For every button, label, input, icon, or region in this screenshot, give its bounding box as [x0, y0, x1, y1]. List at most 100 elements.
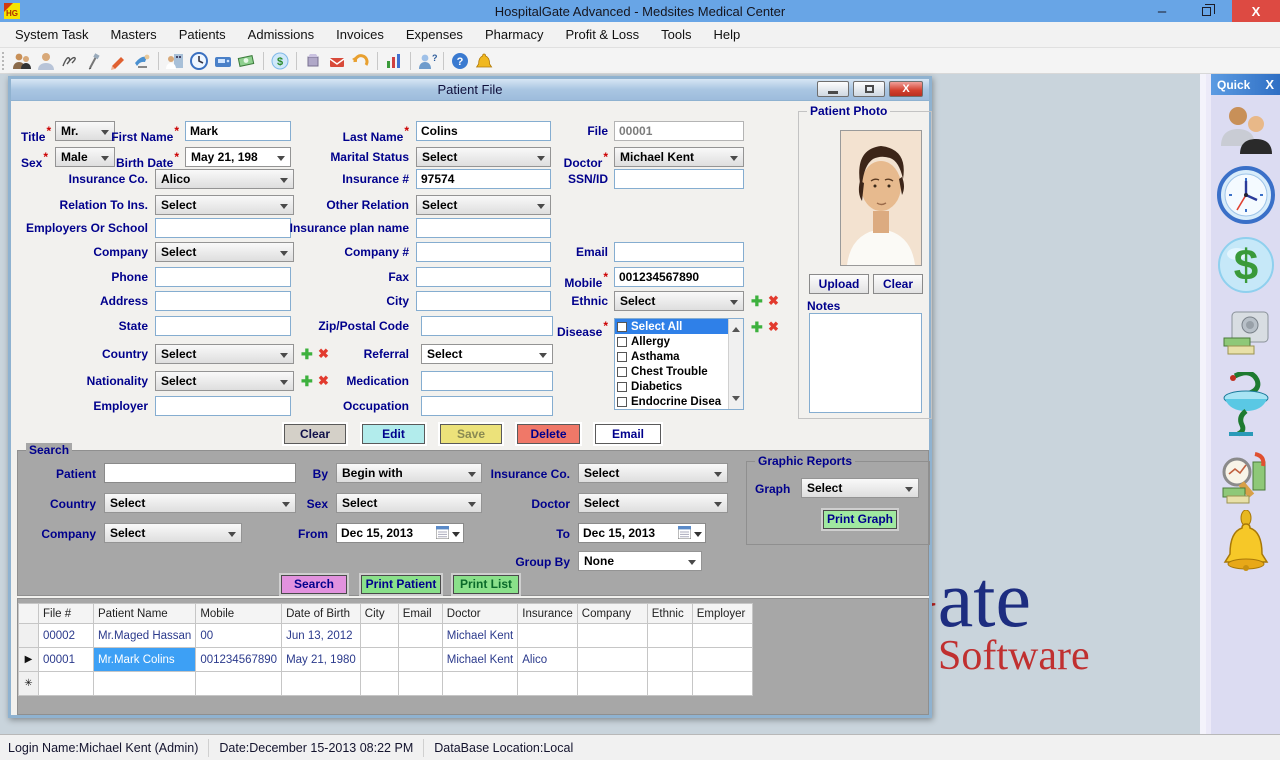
relation-to-ins-select[interactable]: Select [155, 195, 294, 215]
menu-expenses[interactable]: Expenses [395, 22, 474, 48]
user-help-icon[interactable]: ? [417, 51, 437, 71]
disease-item[interactable]: Diabetics [615, 379, 743, 394]
email-field[interactable] [614, 242, 744, 262]
checkbox-icon[interactable] [617, 322, 627, 332]
photo-clear-button[interactable]: Clear [873, 274, 923, 294]
package-icon[interactable] [303, 51, 323, 71]
table-new-row[interactable]: ✳ [19, 672, 753, 696]
email-button[interactable]: Email [595, 424, 661, 444]
employer-field[interactable] [155, 396, 291, 416]
phone-field[interactable] [155, 267, 291, 287]
dialog-close-button[interactable]: X [889, 81, 923, 97]
search-country-select[interactable]: Select [104, 493, 296, 513]
checkbox-icon[interactable] [617, 337, 627, 347]
disease-item[interactable]: Endocrine Disea [615, 394, 743, 409]
ssn-field[interactable] [614, 169, 744, 189]
col-city[interactable]: City [360, 604, 398, 624]
edit-button[interactable]: Edit [362, 424, 425, 444]
signature-icon[interactable] [60, 51, 80, 71]
ethnic-add-icon[interactable]: ✚ [751, 294, 765, 308]
quick-close-icon[interactable]: X [1265, 77, 1274, 92]
insurance-plan-field[interactable] [416, 218, 551, 238]
upload-button[interactable]: Upload [809, 274, 869, 294]
bell-icon[interactable] [474, 51, 494, 71]
search-button[interactable]: Search [281, 575, 347, 594]
doctor-select[interactable]: Michael Kent [614, 147, 744, 167]
reminder-bell-icon[interactable] [1221, 510, 1271, 577]
injection-icon[interactable] [84, 51, 104, 71]
employers-or-school-field[interactable] [155, 218, 291, 238]
menu-invoices[interactable]: Invoices [325, 22, 395, 48]
medication-field[interactable] [421, 371, 553, 391]
delete-button[interactable]: Delete [517, 424, 580, 444]
col-employer[interactable]: Employer [692, 604, 752, 624]
dental-chair-icon[interactable] [132, 51, 152, 71]
reports-icon[interactable] [1219, 452, 1273, 509]
menu-patients[interactable]: Patients [168, 22, 237, 48]
search-group-by-select[interactable]: None [578, 551, 702, 571]
country-select[interactable]: Select [155, 344, 294, 364]
disease-item[interactable]: Chest Trouble [615, 364, 743, 379]
disease-scrollbar[interactable] [728, 319, 743, 409]
menu-system-task[interactable]: System Task [4, 22, 99, 48]
search-doctor-select[interactable]: Select [578, 493, 728, 513]
other-relation-select[interactable]: Select [416, 195, 551, 215]
checkbox-icon[interactable] [617, 352, 627, 362]
clinic-icon[interactable] [165, 51, 185, 71]
dialog-minimize-button[interactable] [817, 81, 849, 97]
mailbox-icon[interactable] [327, 51, 347, 71]
dialog-maximize-button[interactable] [853, 81, 885, 97]
col-patient-name[interactable]: Patient Name [94, 604, 196, 624]
disease-add-icon[interactable]: ✚ [751, 320, 765, 334]
checkbox-icon[interactable] [617, 397, 627, 407]
search-company-select[interactable]: Select [104, 523, 242, 543]
patient-icon[interactable] [36, 51, 56, 71]
save-button[interactable]: Save [440, 424, 502, 444]
search-sex-select[interactable]: Select [336, 493, 482, 513]
billing-icon[interactable]: $ [1217, 236, 1275, 299]
nationality-select[interactable]: Select [155, 371, 294, 391]
search-to-date[interactable]: Dec 15, 2013 [578, 523, 706, 543]
checkbox-icon[interactable] [617, 382, 627, 392]
table-row[interactable]: 00002Mr.Maged Hassan00 Jun 13, 2012 Mich… [19, 624, 753, 648]
title-select[interactable]: Mr. [55, 121, 115, 141]
disease-item-select-all[interactable]: Select All [615, 319, 743, 334]
menu-tools[interactable]: Tools [650, 22, 702, 48]
referral-select[interactable]: Select [421, 344, 553, 364]
state-field[interactable] [155, 316, 291, 336]
minimize-button[interactable]: – [1140, 0, 1184, 22]
clock-icon[interactable] [189, 51, 209, 71]
clock-icon[interactable] [1217, 166, 1275, 229]
cash-icon[interactable] [237, 51, 257, 71]
help-icon[interactable]: ? [450, 51, 470, 71]
patients-icon[interactable] [12, 51, 32, 71]
search-from-date[interactable]: Dec 15, 2013 [336, 523, 464, 543]
mobile-field[interactable]: 001234567890 [614, 267, 744, 287]
graph-select[interactable]: Select [801, 478, 919, 498]
checkbox-icon[interactable] [617, 367, 627, 377]
print-graph-button[interactable]: Print Graph [823, 510, 897, 529]
ethnic-select[interactable]: Select [614, 291, 744, 311]
col-dob[interactable]: Date of Birth [282, 604, 361, 624]
sex-select[interactable]: Male [55, 147, 115, 167]
dollar-icon[interactable]: $ [270, 51, 290, 71]
col-company[interactable]: Company [577, 604, 647, 624]
print-list-button[interactable]: Print List [453, 575, 519, 594]
ethnic-delete-icon[interactable]: ✖ [768, 294, 782, 308]
chart-icon[interactable] [384, 51, 404, 71]
fax-icon[interactable] [213, 51, 233, 71]
col-email[interactable]: Email [398, 604, 442, 624]
menu-pharmacy[interactable]: Pharmacy [474, 22, 555, 48]
birth-date-select[interactable]: May 21, 198 [185, 147, 291, 167]
menu-profit-loss[interactable]: Profit & Loss [554, 22, 650, 48]
search-by-select[interactable]: Begin with [336, 463, 482, 483]
col-mobile[interactable]: Mobile [196, 604, 282, 624]
company-select[interactable]: Select [155, 242, 294, 262]
disease-item[interactable]: Asthama [615, 349, 743, 364]
menu-help[interactable]: Help [703, 22, 752, 48]
table-row-selected[interactable]: ▶ 00001Mr.Mark Colins001234567890 May 21… [19, 648, 753, 672]
marker-icon[interactable] [108, 51, 128, 71]
notes-field[interactable] [809, 313, 922, 413]
search-patient-input[interactable] [104, 463, 296, 483]
insurance-co-select[interactable]: Alico [155, 169, 294, 189]
